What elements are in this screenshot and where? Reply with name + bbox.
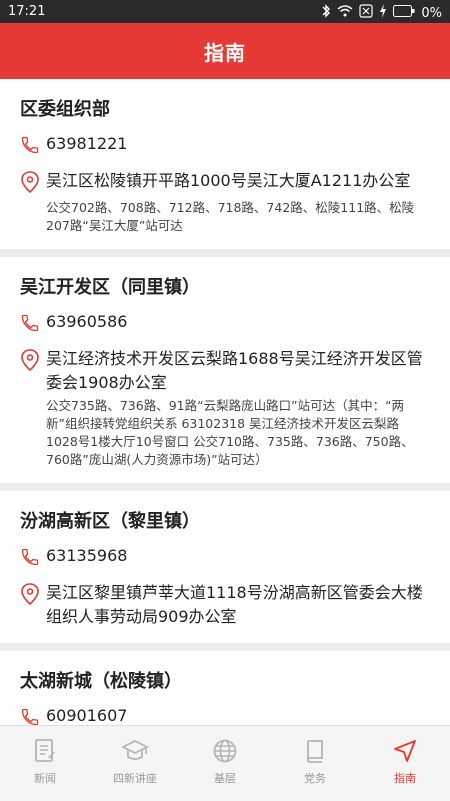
- wifi-icon: [337, 5, 353, 21]
- phone-icon: [20, 135, 40, 159]
- phone-row[interactable]: 63135968: [20, 545, 430, 571]
- org-card: 太湖新城（松陵镇） 60901607: [0, 651, 450, 725]
- tab-news[interactable]: 新闻: [0, 726, 90, 801]
- globe-icon: [213, 739, 237, 763]
- app-header: 指南: [0, 23, 450, 79]
- address-text: 吴江经济技术开发区云梨路1688号吴江经济开发区管委会1908办公室: [46, 349, 423, 392]
- tab-label: 新闻: [34, 772, 56, 785]
- tab-lectures[interactable]: 四新讲座: [90, 726, 180, 801]
- status-time: 17:21: [8, 4, 46, 19]
- tab-party-affairs[interactable]: 党务: [270, 726, 360, 801]
- guide-list[interactable]: 区委组织部 63981221 吴江区松陵镇开平路1000号吴江大厦A1211办公…: [0, 79, 450, 725]
- phone-number[interactable]: 63960586: [46, 311, 127, 333]
- battery-percent: 0%: [421, 5, 442, 21]
- battery-icon: [393, 5, 415, 21]
- org-name: 汾湖高新区（黎里镇）: [20, 511, 200, 532]
- org-name: 吴江开发区（同里镇）: [20, 277, 200, 298]
- org-name: 区委组织部: [20, 99, 110, 120]
- phone-icon: [20, 547, 40, 571]
- bottom-tab-bar: 新闻 四新讲座 基层 党务 指南: [0, 725, 450, 801]
- navigation-arrow-icon: [394, 740, 416, 762]
- bus-info: 公交735路、736路、91路“云梨路庞山路口”站可达（其中：“两新”组织接转党…: [46, 398, 414, 467]
- book-icon: [307, 740, 323, 763]
- news-icon: [35, 739, 55, 762]
- tab-label: 四新讲座: [113, 772, 157, 785]
- tab-guide[interactable]: 指南: [360, 726, 450, 801]
- phone-icon: [20, 707, 40, 725]
- address-row: 吴江区松陵镇开平路1000号吴江大厦A1211办公室: [20, 169, 430, 197]
- page-title: 指南: [204, 40, 246, 65]
- phone-row[interactable]: 63960586: [20, 311, 430, 337]
- bus-info: 公交702路、708路、712路、718路、742路、松陵111路、松陵207路…: [46, 200, 415, 233]
- no-sim-icon: [359, 4, 373, 22]
- address-text: 吴江区松陵镇开平路1000号吴江大厦A1211办公室: [46, 171, 411, 190]
- location-pin-icon: [20, 349, 40, 375]
- bluetooth-icon: [321, 4, 331, 22]
- phone-number[interactable]: 60901607: [46, 705, 127, 725]
- phone-icon: [20, 313, 40, 337]
- phone-number[interactable]: 63135968: [46, 545, 127, 567]
- location-pin-icon: [20, 583, 40, 609]
- org-card: 吴江开发区（同里镇） 63960586 吴江经济技术开发区云梨路1688号吴江经…: [0, 257, 450, 483]
- org-card: 区委组织部 63981221 吴江区松陵镇开平路1000号吴江大厦A1211办公…: [0, 79, 450, 249]
- status-icons: 0%: [321, 4, 442, 22]
- tab-label: 党务: [304, 772, 326, 785]
- org-card: 汾湖高新区（黎里镇） 63135968 吴江区黎里镇芦莘大道1118号汾湖高新区…: [0, 491, 450, 643]
- charging-icon: [379, 4, 387, 22]
- tab-label: 基层: [214, 772, 236, 785]
- phone-row[interactable]: 60901607: [20, 705, 430, 725]
- status-bar: 17:21 0%: [0, 0, 450, 23]
- tab-grassroots[interactable]: 基层: [180, 726, 270, 801]
- graduation-cap-icon: [121, 739, 149, 760]
- address-text: 吴江区黎里镇芦莘大道1118号汾湖高新区管委会大楼组织人事劳动局909办公室: [46, 583, 423, 626]
- phone-row[interactable]: 63981221: [20, 133, 430, 159]
- phone-number[interactable]: 63981221: [46, 133, 127, 155]
- tab-label: 指南: [394, 772, 416, 785]
- org-name: 太湖新城（松陵镇）: [20, 671, 182, 692]
- address-row: 吴江经济技术开发区云梨路1688号吴江经济开发区管委会1908办公室: [20, 347, 430, 395]
- address-row: 吴江区黎里镇芦莘大道1118号汾湖高新区管委会大楼组织人事劳动局909办公室: [20, 581, 430, 629]
- location-pin-icon: [20, 171, 40, 197]
